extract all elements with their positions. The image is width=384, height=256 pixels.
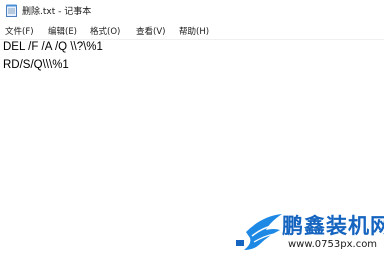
menu-edit[interactable]: 编辑(E) [48,25,77,37]
menu-bar: 文件(F) 编辑(E) 格式(O) 查看(V) 帮助(H) [0,22,384,40]
bird-logo [236,214,282,250]
menu-format[interactable]: 格式(O) [90,25,120,37]
menu-file[interactable]: 文件(F) [5,25,34,37]
window-title: 删除.txt - 记事本 [22,7,92,17]
notepad-icon [6,4,17,17]
text-line: DEL /F /A /Q \\?\%1 [3,41,103,53]
watermark-url: www.0753px.com [288,239,378,250]
watermark: 鹏鑫装机网 www.0753px.com [232,208,384,256]
menu-view[interactable]: 查看(V) [136,25,165,37]
watermark-name: 鹏鑫装机网 [282,214,384,238]
title-bar: 删除.txt - 记事本 [0,0,384,22]
menu-help[interactable]: 帮助(H) [179,25,209,37]
text-line: RD/S/Q\\\%1 [3,59,69,71]
